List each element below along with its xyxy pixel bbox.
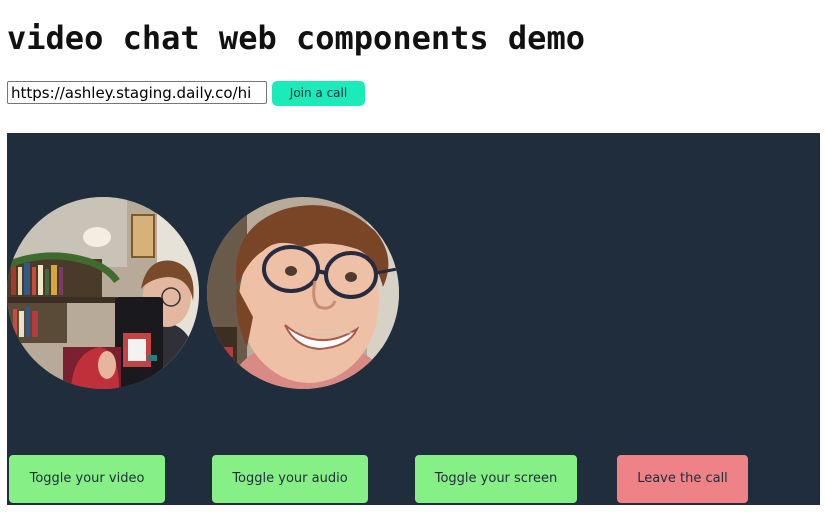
leave-call-button[interactable]: Leave the call <box>616 454 749 504</box>
participant-video-frame <box>7 197 199 389</box>
participant-video-tile <box>207 197 399 389</box>
toggle-audio-button[interactable]: Toggle your audio <box>211 454 369 504</box>
call-container: Toggle your video Toggle your audio Togg… <box>7 133 820 505</box>
participant-video-frame <box>207 197 399 389</box>
participant-video-tile <box>7 197 199 389</box>
join-call-button[interactable]: Join a call <box>272 81 365 106</box>
room-url-input[interactable] <box>7 81 267 104</box>
toggle-video-button[interactable]: Toggle your video <box>8 454 166 504</box>
page-title: video chat web components demo <box>7 19 585 57</box>
toggle-screen-button[interactable]: Toggle your screen <box>414 454 578 504</box>
